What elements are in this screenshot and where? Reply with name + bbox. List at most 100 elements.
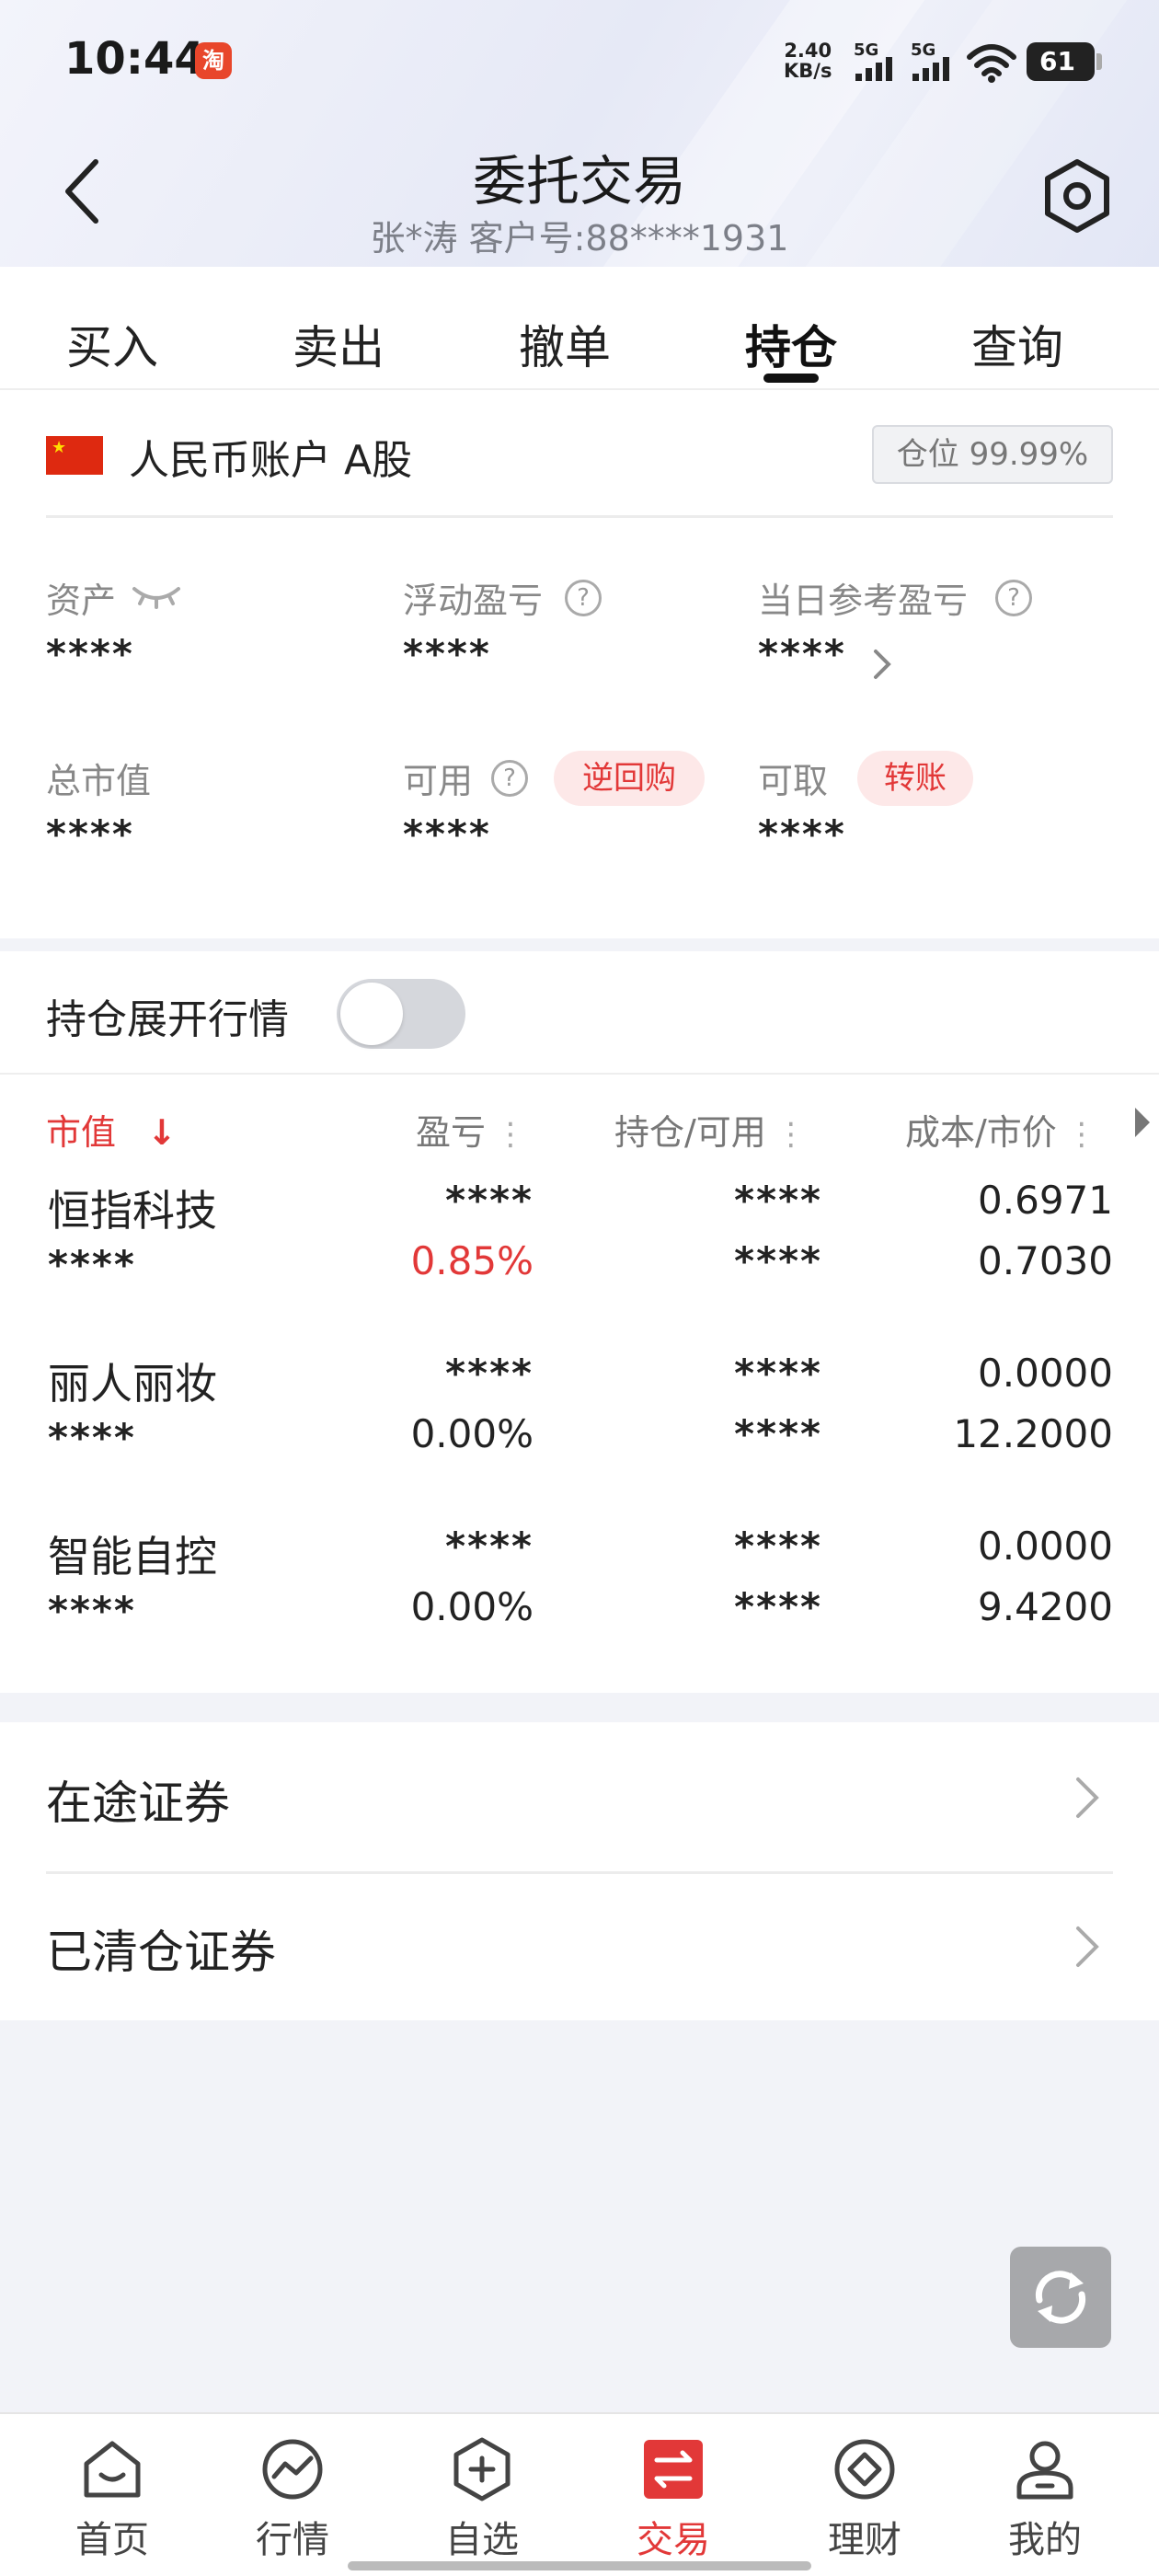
tab-query[interactable]: 查询	[971, 311, 1063, 377]
tab-buy[interactable]: 买入	[66, 311, 158, 377]
reverse-repo-button[interactable]: 逆回购	[554, 751, 705, 806]
stock-value: ****	[48, 1588, 136, 1633]
stock-cost: 0.6971	[978, 1178, 1113, 1223]
home-indicator[interactable]	[348, 2561, 811, 2570]
column-holding-label: 持仓/可用	[614, 1112, 766, 1153]
tab-holdings[interactable]: 持仓	[745, 311, 837, 377]
securities-links: 在途证券 已清仓证券	[0, 1722, 1159, 2020]
table-row[interactable]: 智能自控 **** **** 0.00% **** **** 0.0000 9.…	[0, 1524, 1159, 1698]
floating-pnl-label: 浮动盈亏	[403, 581, 544, 621]
china-flag-icon: ★	[46, 436, 103, 475]
nav-trade-label: 交易	[637, 2519, 710, 2561]
column-cost-label: 成本/市价	[905, 1112, 1057, 1153]
stock-name: 丽人丽妆	[48, 1359, 217, 1409]
stock-available: ****	[734, 1411, 822, 1456]
nav-profile[interactable]: 我的	[953, 2414, 1137, 2576]
stock-name: 智能自控	[48, 1532, 217, 1581]
customer-info: 张*涛 客户号:88****1931	[370, 218, 789, 259]
tab-cancel[interactable]: 撤单	[519, 311, 611, 377]
stock-value: ****	[48, 1242, 136, 1287]
refresh-button[interactable]	[1010, 2247, 1111, 2348]
settings-button[interactable]	[1039, 158, 1115, 234]
withdrawable-label: 可取	[758, 761, 829, 801]
nav-home[interactable]: 首页	[20, 2414, 204, 2576]
stock-value: ****	[48, 1415, 136, 1460]
transfer-button[interactable]: 转账	[857, 751, 973, 806]
available-value: ****	[403, 811, 491, 857]
hide-eye-icon[interactable]	[131, 581, 182, 609]
chevron-right-icon	[1076, 1926, 1099, 1967]
daily-pnl-value[interactable]: ****	[758, 631, 846, 676]
withdrawable-value: ****	[758, 811, 846, 857]
home-icon	[84, 2441, 141, 2498]
holdings-table: 市值 ↓ 盈亏 ⋮ 持仓/可用 ⋮ 成本/市价 ⋮ 恒指科技 **** **** 0.…	[0, 1075, 1159, 1693]
stock-available: ****	[734, 1238, 822, 1283]
table-row[interactable]: 恒指科技 **** **** 0.85% **** **** 0.6971 0.…	[0, 1178, 1159, 1352]
column-pnl-label: 盈亏	[416, 1112, 487, 1153]
stock-name: 恒指科技	[48, 1186, 217, 1236]
status-bar: 10:44 淘 2.40 KB/s 5G 5G 61	[0, 0, 1159, 120]
nav-trade[interactable]: 交易	[581, 2414, 765, 2576]
network-speed-value: 2.40	[784, 40, 832, 62]
tab-sell[interactable]: 卖出	[293, 311, 384, 377]
expand-quotes-toggle[interactable]	[337, 979, 465, 1049]
floating-pnl-value: ****	[403, 631, 491, 676]
table-row[interactable]: 丽人丽妆 **** **** 0.00% **** **** 0.0000 12…	[0, 1351, 1159, 1525]
cleared-securities-link[interactable]: 已清仓证券	[0, 1871, 1159, 2020]
divider	[46, 515, 1113, 518]
page-title: 委托交易	[472, 150, 686, 213]
help-icon[interactable]: ?	[995, 580, 1032, 616]
stock-pnl-pct: 0.85%	[410, 1238, 534, 1283]
stock-holding: ****	[734, 1178, 822, 1223]
chevron-right-icon[interactable]	[872, 648, 892, 681]
column-holding[interactable]: 持仓/可用 ⋮	[614, 1104, 807, 1155]
position-ratio-badge: 仓位 99.99%	[872, 425, 1113, 484]
sort-desc-icon: ↓	[147, 1112, 177, 1153]
stock-pnl-pct: 0.00%	[410, 1584, 534, 1629]
nav-profile-label: 我的	[1008, 2519, 1082, 2561]
stock-price: 9.4200	[978, 1584, 1113, 1629]
in-transit-securities-link[interactable]: 在途证券	[0, 1722, 1159, 1871]
account-summary: ★ 人民币账户 A股 仓位 99.99% 资产 **** 浮动盈亏 ? ****…	[0, 390, 1159, 938]
wealth-icon	[834, 2439, 895, 2500]
bottom-navigation: 首页 行情 自选 交易 理财 我的	[0, 2412, 1159, 2576]
network-speed: 2.40 KB/s	[784, 40, 832, 81]
assets-label: 资产	[46, 581, 117, 621]
nav-watchlist-label: 自选	[445, 2519, 519, 2561]
network-speed-unit: KB/s	[784, 60, 832, 82]
market-icon	[262, 2439, 323, 2500]
stock-pnl: ****	[445, 1524, 534, 1569]
market-value-value: ****	[46, 811, 134, 857]
stock-pnl: ****	[445, 1178, 534, 1223]
column-pnl[interactable]: 盈亏 ⋮	[416, 1104, 526, 1155]
cleared-securities-label: 已清仓证券	[46, 1926, 276, 1979]
column-market-value[interactable]: 市值 ↓	[46, 1104, 177, 1155]
signal-icon: 5G	[909, 40, 960, 81]
stock-pnl-pct: 0.00%	[410, 1411, 534, 1456]
signal-icon: 5G	[852, 40, 903, 81]
stock-holding: ****	[734, 1351, 822, 1396]
account-name: 人民币账户 A股	[129, 437, 413, 484]
nav-market[interactable]: 行情	[201, 2414, 384, 2576]
nav-market-label: 行情	[256, 2519, 329, 2561]
header: 10:44 淘 2.40 KB/s 5G 5G 61 委托交易 张*涛 客户号:…	[0, 0, 1159, 267]
stock-holding: ****	[734, 1524, 822, 1569]
expand-quotes-row: 持仓展开行情	[0, 951, 1159, 1075]
nav-wealth[interactable]: 理财	[773, 2414, 957, 2576]
nav-wealth-label: 理财	[828, 2519, 901, 2561]
available-label: 可用	[403, 761, 474, 801]
wifi-icon	[967, 44, 1016, 83]
column-market-value-label: 市值	[46, 1112, 117, 1153]
profile-icon	[1016, 2441, 1073, 2500]
status-time: 10:44	[64, 33, 205, 85]
nav-watchlist[interactable]: 自选	[390, 2414, 574, 2576]
trade-icon	[644, 2440, 703, 2499]
in-transit-securities-label: 在途证券	[46, 1777, 230, 1830]
help-icon[interactable]: ?	[491, 760, 528, 797]
scroll-right-icon[interactable]	[1135, 1108, 1150, 1137]
column-cost[interactable]: 成本/市价 ⋮	[905, 1104, 1097, 1155]
trade-tabs: 买入 卖出 撤单 持仓 查询	[0, 267, 1159, 390]
nav-home-label: 首页	[75, 2519, 149, 2561]
stock-available: ****	[734, 1584, 822, 1629]
help-icon[interactable]: ?	[565, 580, 602, 616]
